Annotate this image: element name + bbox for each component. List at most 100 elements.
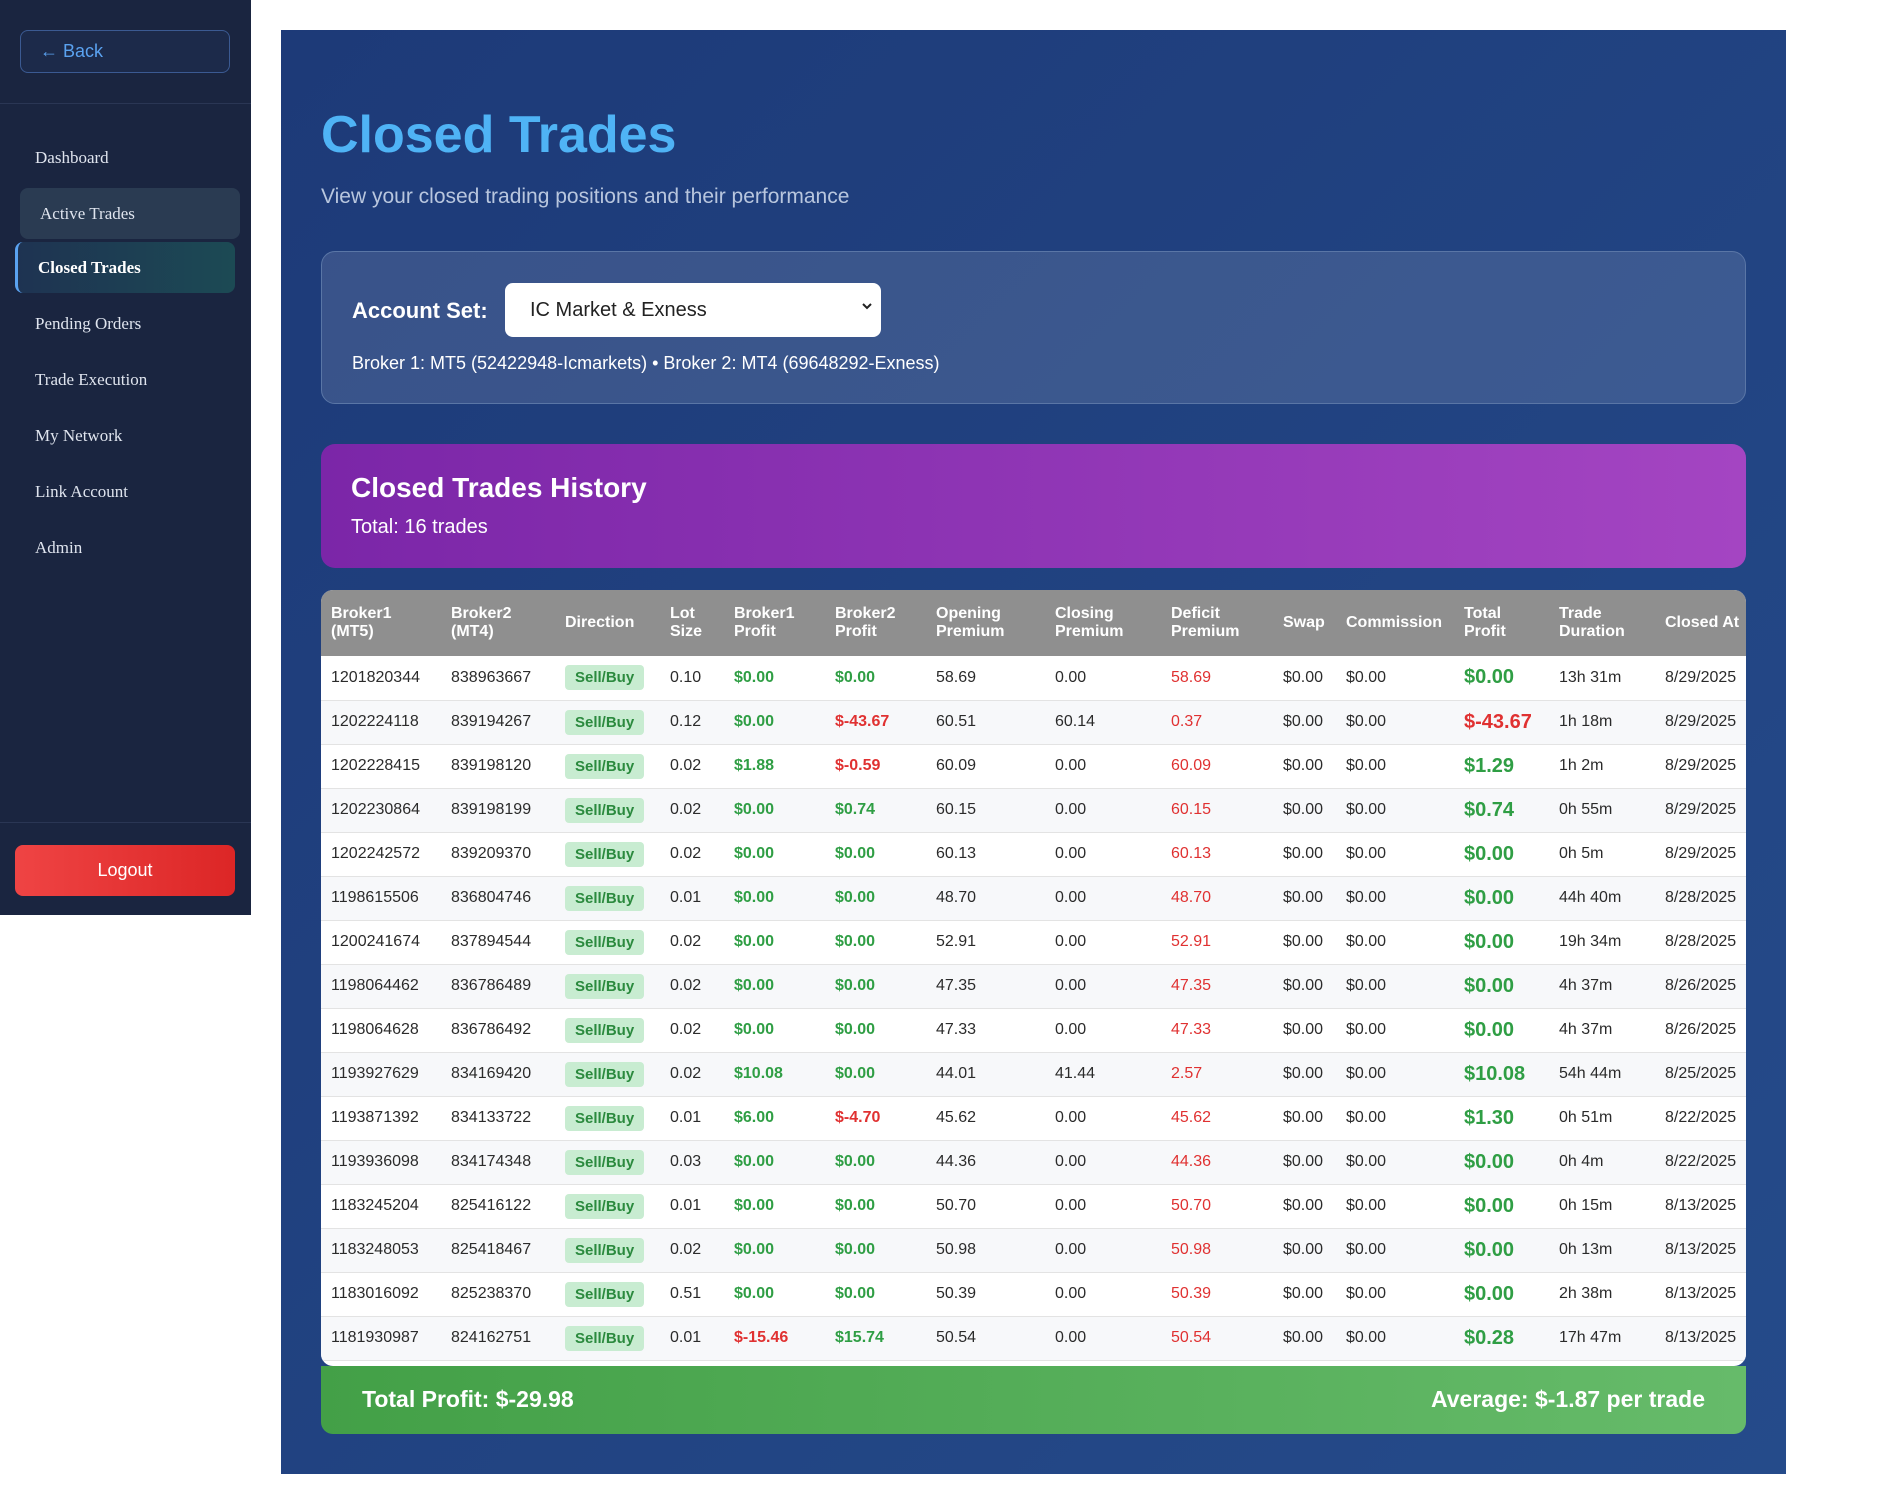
deficit-premium-value: 2.57 — [1171, 1065, 1203, 1082]
opening-premium-value: 58.69 — [936, 668, 977, 686]
column-header-line1: Closing — [1055, 605, 1114, 622]
lot-size-cell: 0.02 — [660, 1008, 724, 1052]
column-header: Closing Premium — [1045, 590, 1161, 656]
broker2-profit-value: $0.00 — [835, 1153, 876, 1170]
broker2-profit-value: $-0.59 — [835, 757, 881, 774]
broker1-profit-cell: $6.00 — [724, 1096, 825, 1140]
broker1-ticket-value: 1201820344 — [331, 668, 420, 686]
deficit-premium-value: 60.15 — [1171, 801, 1212, 818]
sidebar-item-pending-orders[interactable]: Pending Orders — [20, 298, 240, 349]
commission-cell: $0.00 — [1336, 964, 1454, 1008]
broker2-ticket-cell: 836804746 — [441, 876, 555, 920]
lot-size-cell: 0.01 — [660, 1316, 724, 1360]
swap-value: $0.00 — [1283, 889, 1324, 906]
deficit-premium-value: 52.91 — [1171, 933, 1212, 950]
broker1-ticket-cell: 1183248053 — [321, 1228, 441, 1272]
lot-size-value: 0.02 — [670, 977, 702, 994]
commission-value: $0.00 — [1346, 757, 1387, 774]
broker2-profit-value: $-4.70 — [835, 1109, 881, 1126]
swap-value: $0.00 — [1283, 1109, 1324, 1126]
lot-size-value: 0.01 — [670, 1329, 702, 1346]
column-header-line1: Deficit — [1171, 605, 1220, 622]
column-header: Total Profit — [1454, 590, 1549, 656]
swap-cell: $0.00 — [1273, 1096, 1336, 1140]
lot-size-value: 0.02 — [670, 1241, 702, 1258]
trade-duration-cell: 0h 5m — [1549, 832, 1655, 876]
broker2-profit-cell: $0.00 — [825, 964, 926, 1008]
sidebar-item-dashboard[interactable]: Dashboard — [20, 132, 240, 183]
deficit-premium-cell: 50.54 — [1161, 1316, 1273, 1360]
commission-value: $0.00 — [1346, 668, 1387, 686]
page-subtitle: View your closed trading positions and t… — [321, 185, 850, 208]
sidebar-item-my-network[interactable]: My Network — [20, 410, 240, 461]
opening-premium-cell: 50.39 — [926, 1272, 1045, 1316]
opening-premium-cell: 47.33 — [926, 1008, 1045, 1052]
direction-value: Sell/Buy — [565, 709, 645, 735]
sidebar-item-link-account[interactable]: Link Account — [20, 466, 240, 517]
logout-button[interactable]: Logout — [15, 845, 235, 896]
direction-cell: Sell/Buy — [555, 1184, 660, 1228]
broker2-ticket-cell: 834174348 — [441, 1140, 555, 1184]
commission-value: $0.00 — [1346, 1197, 1387, 1214]
closed-at-value: 8/13/2025 — [1665, 1329, 1737, 1346]
account-set-select[interactable]: IC Market & Exness — [505, 283, 881, 337]
sidebar-item-active-trades[interactable]: Active Trades — [20, 188, 240, 239]
closed-at-value: 8/13/2025 — [1665, 1285, 1737, 1302]
opening-premium-value: 50.39 — [936, 1285, 977, 1302]
sidebar-item-closed-trades[interactable]: Closed Trades — [15, 242, 235, 293]
sidebar-header: ← Back — [0, 0, 251, 104]
trades-table-container: Broker1 (MT5) Broker2 (MT4) Direction Lot Size… — [321, 590, 1746, 1366]
column-header-line2: Duration — [1559, 623, 1625, 640]
closed-at-value: 8/29/2025 — [1665, 757, 1737, 774]
sidebar-item-admin[interactable]: Admin — [20, 522, 240, 573]
column-header-line2: (MT4) — [451, 623, 494, 640]
direction-cell: Sell/Buy — [555, 832, 660, 876]
table-row: 1198064462 836786489 Sell/Buy 0.02 $0.00 $0.0… — [321, 964, 1746, 1008]
lot-size-cell: 0.51 — [660, 1272, 724, 1316]
broker1-profit-cell: $1.88 — [724, 744, 825, 788]
broker1-profit-value: $0.00 — [734, 713, 775, 730]
back-button[interactable]: ← Back — [20, 30, 230, 73]
deficit-premium-value: 50.54 — [1171, 1329, 1212, 1346]
total-profit-value: $0.00 — [1464, 1282, 1515, 1305]
opening-premium-value: 52.91 — [936, 933, 977, 950]
trade-duration-cell: 0h 15m — [1549, 1184, 1655, 1228]
direction-cell: Sell/Buy — [555, 700, 660, 744]
opening-premium-cell: 48.70 — [926, 876, 1045, 920]
commission-value: $0.00 — [1346, 933, 1387, 950]
broker2-profit-value: $0.00 — [835, 1285, 876, 1302]
total-profit-cell: $0.00 — [1454, 1184, 1549, 1228]
broker2-profit-value: $0.00 — [835, 1241, 876, 1258]
commission-value: $0.00 — [1346, 889, 1387, 906]
column-header: Swap — [1273, 590, 1336, 656]
deficit-premium-value: 50.39 — [1171, 1285, 1212, 1302]
closing-premium-cell: 0.00 — [1045, 964, 1161, 1008]
broker1-profit-cell: $0.00 — [724, 1228, 825, 1272]
lot-size-value: 0.01 — [670, 889, 702, 906]
broker1-profit-value: $0.00 — [734, 668, 775, 686]
trade-duration-value: 13h 31m — [1559, 668, 1622, 686]
opening-premium-cell: 60.15 — [926, 788, 1045, 832]
broker2-profit-value: $0.00 — [835, 1021, 876, 1038]
sidebar-item-trade-execution[interactable]: Trade Execution — [20, 354, 240, 405]
broker1-profit-cell: $0.00 — [724, 964, 825, 1008]
average-profit-summary: Average: $-1.87 per trade — [1430, 1386, 1705, 1412]
closing-premium-cell: 0.00 — [1045, 656, 1161, 700]
commission-cell: $0.00 — [1336, 1184, 1454, 1228]
swap-value: $0.00 — [1283, 757, 1324, 774]
closed-at-cell: 8/29/2025 — [1655, 788, 1746, 832]
table-row: 1202224118 839194267 Sell/Buy 0.12 $0.00 $-43… — [321, 700, 1746, 744]
direction-value: Sell/Buy — [565, 841, 645, 867]
sidebar: ← Back Dashboard Active Trades Closed Tr… — [0, 0, 251, 915]
broker1-profit-value: $0.00 — [734, 801, 775, 818]
opening-premium-cell: 60.51 — [926, 700, 1045, 744]
direction-cell: Sell/Buy — [555, 920, 660, 964]
broker2-ticket-cell: 824162751 — [441, 1316, 555, 1360]
closed-at-cell: 8/22/2025 — [1655, 1096, 1746, 1140]
broker2-profit-cell: $0.00 — [825, 876, 926, 920]
broker1-profit-value: $0.00 — [734, 1197, 775, 1214]
broker1-profit-cell: $0.00 — [724, 920, 825, 964]
column-header-line2: Size — [670, 623, 703, 640]
broker2-profit-cell: $-43.67 — [825, 700, 926, 744]
opening-premium-cell: 44.01 — [926, 1052, 1045, 1096]
